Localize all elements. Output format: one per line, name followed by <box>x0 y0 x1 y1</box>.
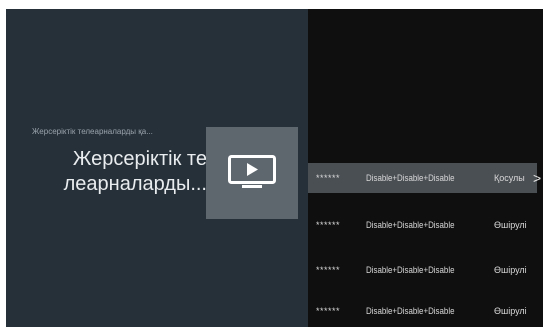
satellite-status: Өшірулі <box>494 220 527 230</box>
satellite-lnb-config: Disable+Disable+Disable <box>366 220 455 230</box>
category-icon-tile <box>206 127 298 219</box>
play-icon <box>228 155 276 188</box>
satellite-name: ****** <box>316 220 341 230</box>
satellite-lnb-config: Disable+Disable+Disable <box>366 306 455 316</box>
satellite-status: Өшірулі <box>494 265 527 275</box>
satellite-list-item[interactable]: ****** Disable+Disable+Disable Қосулы > <box>308 163 541 193</box>
breadcrumb: Жерсеріктік телеарналарды қа... <box>32 127 153 136</box>
satellite-lnb-config: Disable+Disable+Disable <box>366 265 455 275</box>
satellite-list-item[interactable]: ****** Disable+Disable+Disable Өшірулі <box>308 210 537 240</box>
satellite-name: ****** <box>316 306 341 316</box>
satellite-name: ****** <box>316 173 341 183</box>
chevron-right-icon: > <box>533 170 542 186</box>
satellite-list-item[interactable]: ****** Disable+Disable+Disable Өшірулі <box>308 255 537 285</box>
satellite-list-item[interactable]: ****** Disable+Disable+Disable Өшірулі <box>308 296 537 326</box>
satellite-status: Қосулы <box>494 173 525 183</box>
page-title: Жерсеріктік те леарналарды... <box>32 147 207 197</box>
left-panel: Жерсеріктік телеарналарды қа... Жерсерік… <box>6 9 308 327</box>
page-title-line-2: леарналарды... <box>63 173 207 195</box>
satellite-name: ****** <box>316 265 341 275</box>
satellite-lnb-config: Disable+Disable+Disable <box>366 173 455 183</box>
page-title-line-1: Жерсеріктік те <box>72 148 207 170</box>
satellite-status: Өшірулі <box>494 306 527 316</box>
